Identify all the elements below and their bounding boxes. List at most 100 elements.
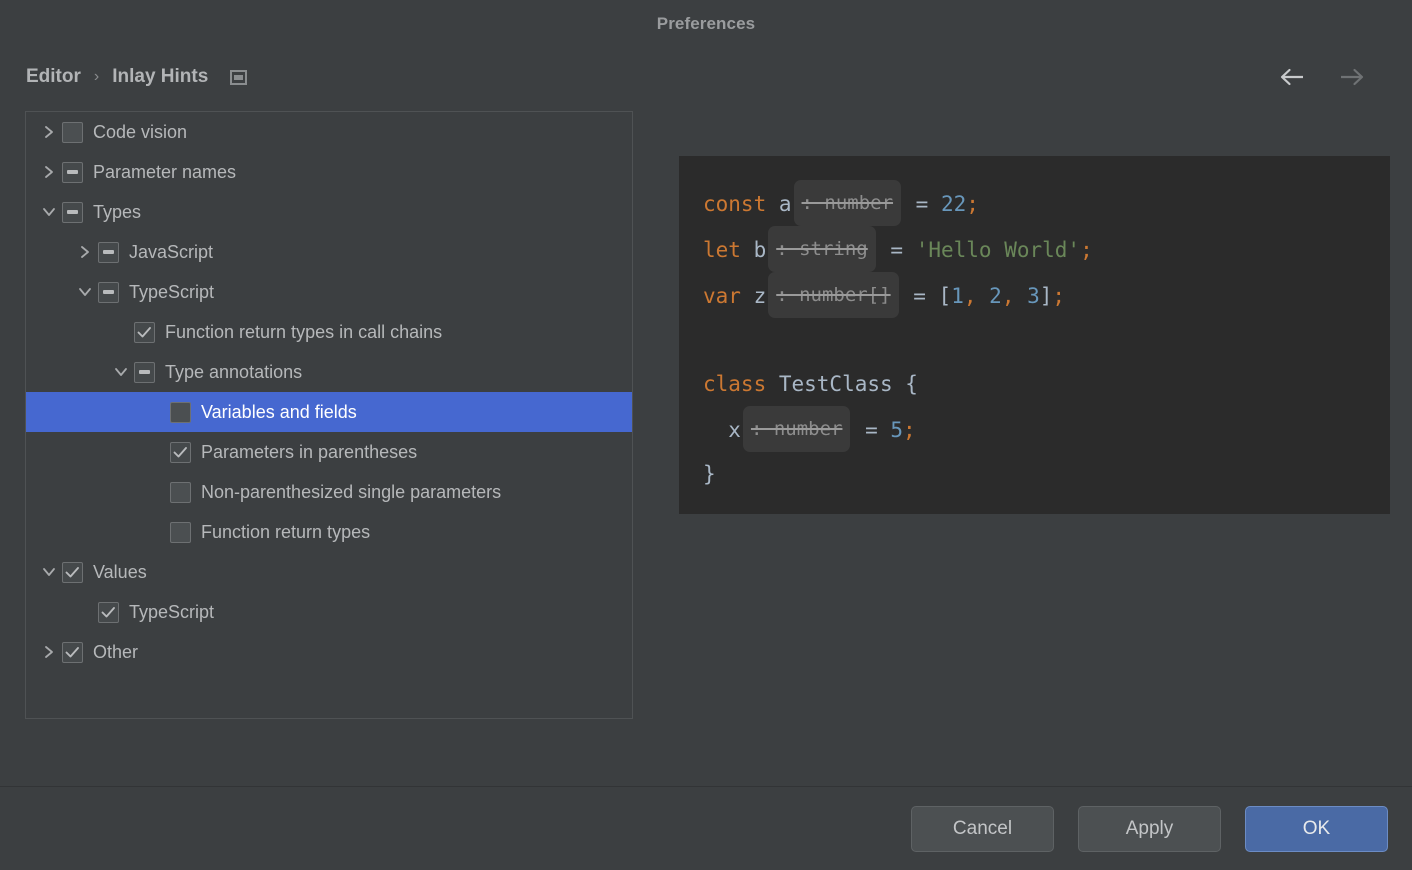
code-token-keyword: class	[703, 372, 767, 396]
code-token-ident: x	[703, 418, 741, 442]
settings-header: Editor › Inlay Hints	[0, 48, 1412, 106]
chevron-down-icon[interactable]	[36, 565, 62, 579]
cancel-button[interactable]: Cancel	[911, 805, 1054, 852]
tree-item-parameter-names[interactable]: Parameter names	[26, 152, 632, 192]
tree-item-label: Type annotations	[165, 362, 303, 382]
header-navigation	[1278, 62, 1390, 92]
tree-item-label: Types	[93, 202, 142, 222]
tree-item-label: TypeScript	[129, 602, 215, 622]
code-token-punct: = [	[900, 284, 952, 308]
code-preview-panel: const a: number = 22; let b: string = 'He…	[679, 156, 1390, 514]
checkbox-checked[interactable]	[98, 601, 119, 623]
checkbox-checked[interactable]	[62, 641, 83, 663]
code-token-keyword: var	[703, 284, 741, 308]
tree-item-non-parenthesized-single-parameters[interactable]: Non-parenthesized single parameters	[26, 472, 632, 512]
tree-item-javascript[interactable]: JavaScript	[26, 232, 632, 272]
chevron-down-icon[interactable]	[108, 365, 134, 379]
settings-preview-icon[interactable]	[230, 69, 248, 85]
inlay-hint-removed: : number	[793, 180, 902, 226]
chevron-right-icon[interactable]	[72, 244, 98, 260]
code-token-number: 22	[940, 192, 967, 216]
tree-item-label: Function return types	[201, 522, 371, 542]
checkbox-partial[interactable]	[134, 361, 155, 383]
chevron-right-icon[interactable]	[36, 644, 62, 660]
tree-item-code-vision[interactable]: Code vision	[26, 112, 632, 152]
checkbox-checked[interactable]	[170, 441, 191, 463]
tree-item-label: TypeScript	[129, 282, 215, 302]
code-line: class TestClass {	[703, 362, 1390, 406]
code-token-semi: ,	[963, 284, 990, 308]
checkbox-unchecked[interactable]	[170, 401, 191, 423]
code-token-semi: ;	[966, 192, 979, 216]
tree-item-variables-and-fields[interactable]: Variables and fields	[26, 392, 632, 432]
tree-item-type-annotations[interactable]: Type annotations	[26, 352, 632, 392]
code-token-number: 2	[989, 284, 1002, 308]
tree-item-parameters-in-parentheses[interactable]: Parameters in parentheses	[26, 432, 632, 472]
tree-item-values[interactable]: Values	[26, 552, 632, 592]
breadcrumb: Editor › Inlay Hints	[26, 66, 248, 88]
checkbox-partial[interactable]	[98, 241, 119, 263]
chevron-down-icon[interactable]	[36, 205, 62, 219]
checkbox-unchecked[interactable]	[62, 121, 83, 143]
tree-item-typescript[interactable]: TypeScript	[26, 592, 632, 632]
tree-item-label: Parameters in parentheses	[201, 442, 418, 462]
checkbox-checked[interactable]	[62, 561, 83, 583]
code-token-semi: ,	[1001, 284, 1028, 308]
code-token-ident: b	[740, 238, 767, 262]
breadcrumb-root[interactable]: Editor	[26, 66, 81, 88]
code-line: let b: string = 'Hello World';	[703, 226, 1390, 272]
window-titlebar: Preferences	[0, 0, 1412, 48]
checkbox-partial[interactable]	[62, 161, 83, 183]
tree-item-label: Other	[93, 642, 139, 662]
tree-item-label: Function return types in call chains	[165, 322, 443, 342]
settings-body: Code vision Parameter names Types JavaScrip…	[0, 106, 1412, 746]
checkbox-unchecked[interactable]	[170, 481, 191, 503]
tree-item-label: Non-parenthesized single parameters	[201, 482, 502, 502]
code-token-semi: ;	[1052, 284, 1066, 308]
chevron-right-icon[interactable]	[36, 164, 62, 180]
code-token-semi: ;	[903, 418, 916, 442]
apply-button[interactable]: Apply	[1078, 805, 1221, 852]
tree-item-label: Code vision	[93, 122, 188, 142]
checkbox-unchecked[interactable]	[170, 521, 191, 543]
chevron-right-icon[interactable]	[36, 124, 62, 140]
arrow-left-icon[interactable]	[1278, 62, 1308, 92]
code-token-ident: a	[766, 192, 792, 216]
code-token-keyword: const	[703, 192, 767, 216]
checkbox-checked[interactable]	[134, 321, 155, 343]
window-title: Preferences	[656, 14, 756, 33]
code-token-number: 5	[890, 418, 904, 442]
code-token-semi: ;	[1080, 238, 1093, 262]
code-token-keyword: let	[703, 238, 741, 262]
tree-item-other[interactable]: Other	[26, 632, 632, 672]
inlay-hint-removed: : number	[742, 406, 851, 452]
ok-button[interactable]: OK	[1245, 805, 1388, 852]
code-token-ident: z	[740, 284, 767, 308]
code-token-string: 'Hello World'	[915, 238, 1081, 262]
code-token-punct: =	[877, 238, 916, 262]
code-token-number: 1	[951, 284, 964, 308]
tree-item-function-return-types-in-call-chains[interactable]: Function return types in call chains	[26, 312, 632, 352]
code-token-ident: TestClass {	[766, 372, 918, 396]
inlay-hint-removed: : number[]	[768, 272, 899, 318]
tree-item-types[interactable]: Types	[26, 192, 632, 232]
chevron-down-icon[interactable]	[72, 285, 98, 299]
code-token-ident: }	[703, 462, 716, 486]
tree-item-label: JavaScript	[129, 242, 214, 262]
code-line: x: number = 5;	[703, 406, 1390, 452]
code-line: }	[703, 452, 1390, 496]
code-token-punct: ]	[1039, 284, 1053, 308]
checkbox-partial[interactable]	[62, 201, 83, 223]
tree-item-typescript[interactable]: TypeScript	[26, 272, 632, 312]
code-line: var z: number[] = [1, 2, 3];	[703, 272, 1390, 318]
arrow-right-icon[interactable]	[1336, 62, 1366, 92]
code-token-number: 3	[1027, 284, 1040, 308]
tree-item-label: Values	[93, 562, 147, 582]
checkbox-partial[interactable]	[98, 281, 119, 303]
tree-item-function-return-types[interactable]: Function return types	[26, 512, 632, 552]
code-token-punct: =	[903, 192, 941, 216]
inlay-hints-tree[interactable]: Code vision Parameter names Types JavaScrip…	[25, 111, 633, 719]
inlay-hint-removed: : string	[768, 226, 876, 272]
breadcrumb-current: Inlay Hints	[112, 66, 209, 87]
